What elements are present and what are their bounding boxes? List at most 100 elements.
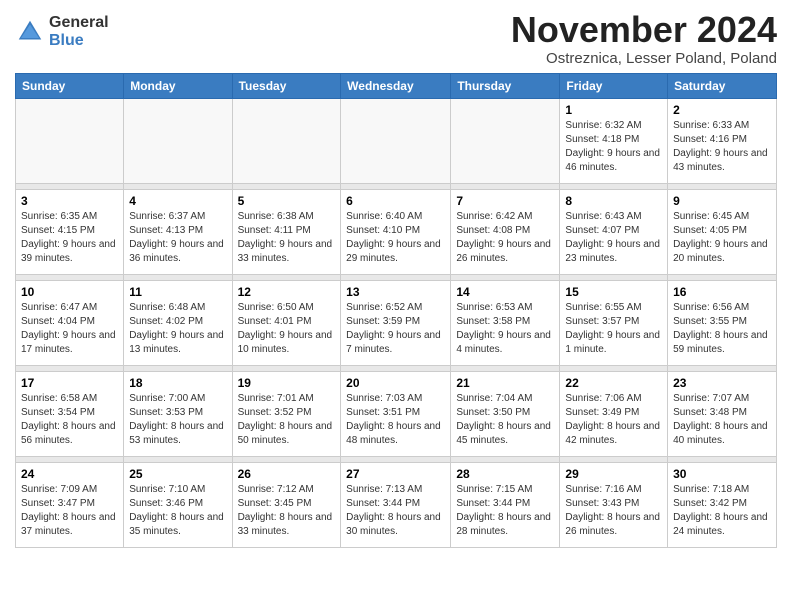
day-number: 16 (673, 285, 771, 299)
day-detail: Sunrise: 6:37 AM Sunset: 4:13 PM Dayligh… (129, 210, 226, 266)
day-detail: Sunrise: 7:04 AM Sunset: 3:50 PM Dayligh… (456, 392, 554, 448)
calendar-week: 3Sunrise: 6:35 AM Sunset: 4:15 PM Daylig… (16, 189, 777, 274)
calendar-day: 27 Sunrise: 7:13 AM Sunset: 3:44 PM Dayli… (341, 462, 451, 547)
day-number: 21 (456, 376, 554, 390)
day-detail: Sunrise: 6:50 AM Sunset: 4:01 PM Dayligh… (238, 301, 336, 357)
day-number: 7 (456, 194, 554, 208)
day-number: 19 (238, 376, 336, 390)
day-detail: Sunrise: 7:16 AM Sunset: 3:43 PM Dayligh… (565, 483, 662, 539)
day-number: 29 (565, 467, 662, 481)
day-number: 13 (346, 285, 445, 299)
day-number: 28 (456, 467, 554, 481)
logo-blue: Blue (49, 32, 109, 50)
calendar-day: 6 Sunrise: 6:40 AM Sunset: 4:10 PM Daylig… (341, 189, 451, 274)
calendar-day: 16 Sunrise: 6:56 AM Sunset: 3:55 PM Dayli… (668, 280, 777, 365)
day-number: 10 (21, 285, 118, 299)
calendar-day: 8 Sunrise: 6:43 AM Sunset: 4:07 PM Daylig… (560, 189, 668, 274)
calendar-day: 3Sunrise: 6:35 AM Sunset: 4:15 PM Daylig… (16, 189, 124, 274)
day-number: 20 (346, 376, 445, 390)
month-title: November 2024 (511, 10, 777, 50)
day-number: 22 (565, 376, 662, 390)
day-header: Thursday (451, 73, 560, 98)
day-header: Sunday (16, 73, 124, 98)
day-detail: Sunrise: 7:15 AM Sunset: 3:44 PM Dayligh… (456, 483, 554, 539)
day-detail: Sunrise: 6:35 AM Sunset: 4:15 PM Dayligh… (21, 210, 118, 266)
calendar-week: 10 Sunrise: 6:47 AM Sunset: 4:04 PM Dayli… (16, 280, 777, 365)
logo: General Blue (15, 14, 109, 49)
calendar-day (341, 98, 451, 183)
day-detail: Sunrise: 6:33 AM Sunset: 4:16 PM Dayligh… (673, 119, 771, 175)
day-number: 2 (673, 103, 771, 117)
day-header: Saturday (668, 73, 777, 98)
day-number: 23 (673, 376, 771, 390)
calendar-day (124, 98, 232, 183)
calendar-day: 26Sunrise: 7:12 AM Sunset: 3:45 PM Dayli… (232, 462, 341, 547)
header: General Blue November 2024 Ostreznica, L… (15, 10, 777, 67)
day-number: 15 (565, 285, 662, 299)
day-number: 9 (673, 194, 771, 208)
day-detail: Sunrise: 6:43 AM Sunset: 4:07 PM Dayligh… (565, 210, 662, 266)
day-number: 24 (21, 467, 118, 481)
calendar-day: 20 Sunrise: 7:03 AM Sunset: 3:51 PM Dayli… (341, 371, 451, 456)
calendar-day: 4 Sunrise: 6:37 AM Sunset: 4:13 PM Daylig… (124, 189, 232, 274)
day-number: 4 (129, 194, 226, 208)
calendar-day: 1 Sunrise: 6:32 AM Sunset: 4:18 PM Daylig… (560, 98, 668, 183)
calendar-day: 22 Sunrise: 7:06 AM Sunset: 3:49 PM Dayli… (560, 371, 668, 456)
calendar-day: 5Sunrise: 6:38 AM Sunset: 4:11 PM Daylig… (232, 189, 341, 274)
day-detail: Sunrise: 6:47 AM Sunset: 4:04 PM Dayligh… (21, 301, 118, 357)
logo-general: General (49, 14, 109, 32)
day-number: 12 (238, 285, 336, 299)
day-detail: Sunrise: 7:09 AM Sunset: 3:47 PM Dayligh… (21, 483, 118, 539)
logo-icon (15, 17, 45, 47)
calendar-day (451, 98, 560, 183)
day-detail: Sunrise: 7:00 AM Sunset: 3:53 PM Dayligh… (129, 392, 226, 448)
calendar-day: 11Sunrise: 6:48 AM Sunset: 4:02 PM Dayli… (124, 280, 232, 365)
day-detail: Sunrise: 7:03 AM Sunset: 3:51 PM Dayligh… (346, 392, 445, 448)
calendar-day: 23 Sunrise: 7:07 AM Sunset: 3:48 PM Dayli… (668, 371, 777, 456)
day-number: 17 (21, 376, 118, 390)
calendar-day: 19Sunrise: 7:01 AM Sunset: 3:52 PM Dayli… (232, 371, 341, 456)
day-detail: Sunrise: 6:40 AM Sunset: 4:10 PM Dayligh… (346, 210, 445, 266)
calendar-day: 10 Sunrise: 6:47 AM Sunset: 4:04 PM Dayli… (16, 280, 124, 365)
day-detail: Sunrise: 7:07 AM Sunset: 3:48 PM Dayligh… (673, 392, 771, 448)
title-area: November 2024 Ostreznica, Lesser Poland,… (511, 10, 777, 67)
calendar-day: 25 Sunrise: 7:10 AM Sunset: 3:46 PM Dayli… (124, 462, 232, 547)
day-detail: Sunrise: 6:42 AM Sunset: 4:08 PM Dayligh… (456, 210, 554, 266)
calendar-day: 13 Sunrise: 6:52 AM Sunset: 3:59 PM Dayli… (341, 280, 451, 365)
calendar-day: 18 Sunrise: 7:00 AM Sunset: 3:53 PM Dayli… (124, 371, 232, 456)
day-detail: Sunrise: 7:18 AM Sunset: 3:42 PM Dayligh… (673, 483, 771, 539)
day-detail: Sunrise: 6:56 AM Sunset: 3:55 PM Dayligh… (673, 301, 771, 357)
day-header: Monday (124, 73, 232, 98)
calendar-day: 14 Sunrise: 6:53 AM Sunset: 3:58 PM Dayli… (451, 280, 560, 365)
day-number: 30 (673, 467, 771, 481)
day-detail: Sunrise: 7:10 AM Sunset: 3:46 PM Dayligh… (129, 483, 226, 539)
day-detail: Sunrise: 6:55 AM Sunset: 3:57 PM Dayligh… (565, 301, 662, 357)
day-header: Friday (560, 73, 668, 98)
calendar-week: 1 Sunrise: 6:32 AM Sunset: 4:18 PM Daylig… (16, 98, 777, 183)
day-number: 11 (129, 285, 226, 299)
day-number: 18 (129, 376, 226, 390)
calendar-day: 12 Sunrise: 6:50 AM Sunset: 4:01 PM Dayli… (232, 280, 341, 365)
day-header: Wednesday (341, 73, 451, 98)
day-detail: Sunrise: 7:06 AM Sunset: 3:49 PM Dayligh… (565, 392, 662, 448)
calendar-week: 17 Sunrise: 6:58 AM Sunset: 3:54 PM Dayli… (16, 371, 777, 456)
day-number: 6 (346, 194, 445, 208)
calendar-day (16, 98, 124, 183)
day-number: 5 (238, 194, 336, 208)
day-number: 14 (456, 285, 554, 299)
day-detail: Sunrise: 6:53 AM Sunset: 3:58 PM Dayligh… (456, 301, 554, 357)
calendar: SundayMondayTuesdayWednesdayThursdayFrid… (15, 73, 777, 548)
day-number: 1 (565, 103, 662, 117)
day-detail: Sunrise: 6:52 AM Sunset: 3:59 PM Dayligh… (346, 301, 445, 357)
day-number: 27 (346, 467, 445, 481)
calendar-day: 30 Sunrise: 7:18 AM Sunset: 3:42 PM Dayli… (668, 462, 777, 547)
day-number: 8 (565, 194, 662, 208)
day-number: 25 (129, 467, 226, 481)
day-detail: Sunrise: 6:32 AM Sunset: 4:18 PM Dayligh… (565, 119, 662, 175)
day-detail: Sunrise: 6:58 AM Sunset: 3:54 PM Dayligh… (21, 392, 118, 448)
calendar-header: SundayMondayTuesdayWednesdayThursdayFrid… (16, 73, 777, 98)
location-title: Ostreznica, Lesser Poland, Poland (511, 50, 777, 67)
day-detail: Sunrise: 7:13 AM Sunset: 3:44 PM Dayligh… (346, 483, 445, 539)
calendar-week: 24 Sunrise: 7:09 AM Sunset: 3:47 PM Dayli… (16, 462, 777, 547)
calendar-day: 29 Sunrise: 7:16 AM Sunset: 3:43 PM Dayli… (560, 462, 668, 547)
